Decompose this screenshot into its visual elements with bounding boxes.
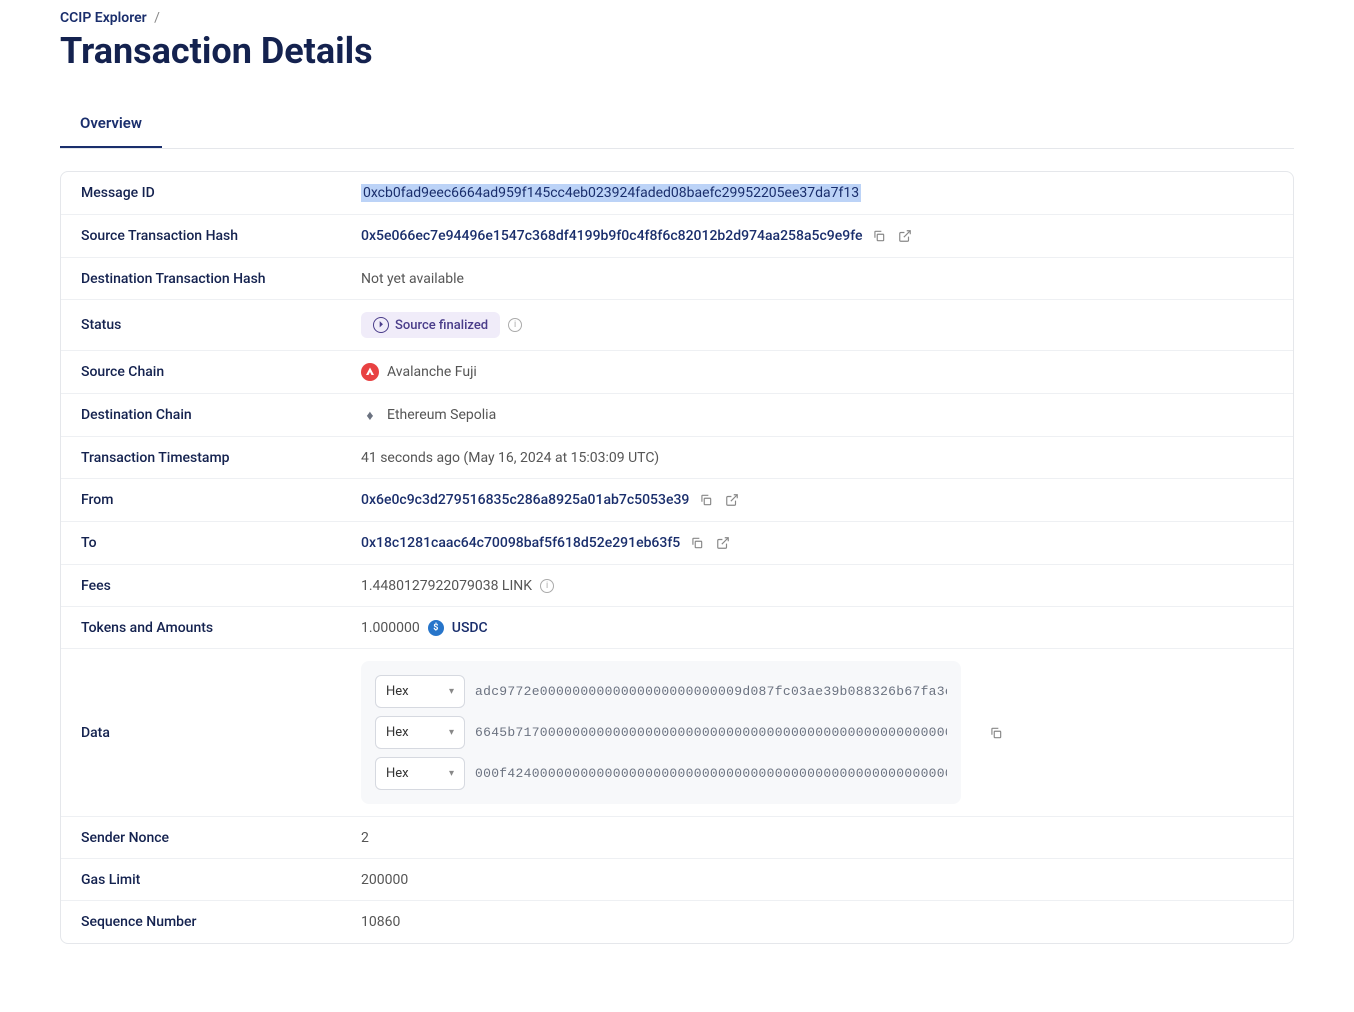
copy-icon[interactable]	[688, 534, 706, 552]
label-from: From	[81, 492, 361, 508]
chevron-down-icon: ▾	[449, 727, 454, 738]
format-select-1[interactable]: Hex ▾	[375, 716, 465, 749]
row-tokens: Tokens and Amounts 1.000000 $ USDC	[61, 607, 1293, 649]
label-sender-nonce: Sender Nonce	[81, 830, 361, 846]
row-status: Status ⏵ Source finalized i	[61, 300, 1293, 351]
value-message-id: 0xcb0fad9eec6664ad959f145cc4eb023924fade…	[361, 184, 1273, 202]
row-dest-tx-hash: Destination Transaction Hash Not yet ava…	[61, 258, 1293, 300]
value-dest-chain: ♦ Ethereum Sepolia	[361, 406, 1273, 424]
info-icon[interactable]: i	[508, 318, 522, 332]
value-gas-limit: 200000	[361, 872, 1273, 888]
row-sequence-number: Sequence Number 10860	[61, 901, 1293, 943]
data-box: Hex ▾ adc9772e0000000000000000000000009d…	[361, 661, 961, 804]
page-title: Transaction Details	[60, 30, 1294, 72]
format-select-2[interactable]: Hex ▾	[375, 757, 465, 790]
label-message-id: Message ID	[81, 185, 361, 201]
label-source-chain: Source Chain	[81, 364, 361, 380]
ethereum-icon: ♦	[361, 406, 379, 424]
data-line-2: Hex ▾ 000f424000000000000000000000000000…	[375, 757, 947, 790]
label-sequence-number: Sequence Number	[81, 914, 361, 930]
value-data: Hex ▾ adc9772e0000000000000000000000009d…	[361, 661, 1273, 804]
chevron-down-icon: ▾	[449, 768, 454, 779]
value-status: ⏵ Source finalized i	[361, 312, 1273, 338]
from-address-link[interactable]: 0x6e0c9c3d279516835c286a8925a01ab7c5053e…	[361, 492, 689, 508]
row-source-tx-hash: Source Transaction Hash 0x5e066ec7e94496…	[61, 215, 1293, 258]
source-tx-hash-link[interactable]: 0x5e066ec7e94496e1547c368df4199b9f0c4f8f…	[361, 228, 862, 244]
breadcrumb: CCIP Explorer /	[60, 10, 1294, 26]
label-timestamp: Transaction Timestamp	[81, 450, 361, 466]
value-from: 0x6e0c9c3d279516835c286a8925a01ab7c5053e…	[361, 491, 1273, 509]
external-link-icon[interactable]	[896, 227, 914, 245]
row-data: Data Hex ▾ adc9772e000000000000000000000…	[61, 649, 1293, 817]
label-fees: Fees	[81, 578, 361, 594]
label-dest-chain: Destination Chain	[81, 407, 361, 423]
value-dest-tx-hash: Not yet available	[361, 271, 1273, 287]
value-source-chain: Avalanche Fuji	[361, 363, 1273, 381]
details-card: Message ID 0xcb0fad9eec6664ad959f145cc4e…	[60, 171, 1294, 944]
to-address-link[interactable]: 0x18c1281caac64c70098baf5f618d52e291eb63…	[361, 535, 680, 551]
status-circle-icon: ⏵	[373, 317, 389, 333]
tab-overview[interactable]: Overview	[60, 100, 162, 148]
label-dest-tx-hash: Destination Transaction Hash	[81, 271, 361, 287]
status-badge: ⏵ Source finalized	[361, 312, 500, 338]
row-sender-nonce: Sender Nonce 2	[61, 817, 1293, 859]
copy-icon[interactable]	[870, 227, 888, 245]
data-hex-1: 6645b71700000000000000000000000000000000…	[475, 725, 947, 740]
label-to: To	[81, 535, 361, 551]
label-source-tx-hash: Source Transaction Hash	[81, 228, 361, 244]
row-message-id: Message ID 0xcb0fad9eec6664ad959f145cc4e…	[61, 172, 1293, 215]
data-line-0: Hex ▾ adc9772e0000000000000000000000009d…	[375, 675, 947, 708]
value-fees: 1.4480127922079038 LINK i	[361, 578, 1273, 594]
row-source-chain: Source Chain Avalanche Fuji	[61, 351, 1293, 394]
row-to: To 0x18c1281caac64c70098baf5f618d52e291e…	[61, 522, 1293, 565]
value-sequence-number: 10860	[361, 914, 1273, 930]
row-gas-limit: Gas Limit 200000	[61, 859, 1293, 901]
row-dest-chain: Destination Chain ♦ Ethereum Sepolia	[61, 394, 1293, 437]
token-symbol-link[interactable]: USDC	[452, 620, 488, 636]
label-gas-limit: Gas Limit	[81, 872, 361, 888]
row-fees: Fees 1.4480127922079038 LINK i	[61, 565, 1293, 607]
label-data: Data	[81, 725, 361, 741]
breadcrumb-separator: /	[154, 10, 160, 26]
info-icon[interactable]: i	[540, 579, 554, 593]
row-from: From 0x6e0c9c3d279516835c286a8925a01ab7c…	[61, 479, 1293, 522]
external-link-icon[interactable]	[714, 534, 732, 552]
chevron-down-icon: ▾	[449, 686, 454, 697]
value-source-tx-hash: 0x5e066ec7e94496e1547c368df4199b9f0c4f8f…	[361, 227, 1273, 245]
copy-icon[interactable]	[987, 724, 1005, 742]
data-hex-2: 000f424000000000000000000000000000000000…	[475, 766, 947, 781]
data-hex-0: adc9772e0000000000000000000000009d087fc0…	[475, 684, 947, 699]
label-tokens: Tokens and Amounts	[81, 620, 361, 636]
breadcrumb-root-link[interactable]: CCIP Explorer	[60, 10, 147, 26]
avalanche-icon	[361, 363, 379, 381]
format-select-0[interactable]: Hex ▾	[375, 675, 465, 708]
value-timestamp: 41 seconds ago (May 16, 2024 at 15:03:09…	[361, 450, 1273, 466]
usdc-icon: $	[428, 620, 444, 636]
value-tokens: 1.000000 $ USDC	[361, 620, 1273, 636]
external-link-icon[interactable]	[723, 491, 741, 509]
row-timestamp: Transaction Timestamp 41 seconds ago (Ma…	[61, 437, 1293, 479]
label-status: Status	[81, 317, 361, 333]
value-to: 0x18c1281caac64c70098baf5f618d52e291eb63…	[361, 534, 1273, 552]
copy-icon[interactable]	[697, 491, 715, 509]
tabs: Overview	[60, 100, 1294, 149]
value-sender-nonce: 2	[361, 830, 1273, 846]
data-line-1: Hex ▾ 6645b71700000000000000000000000000…	[375, 716, 947, 749]
